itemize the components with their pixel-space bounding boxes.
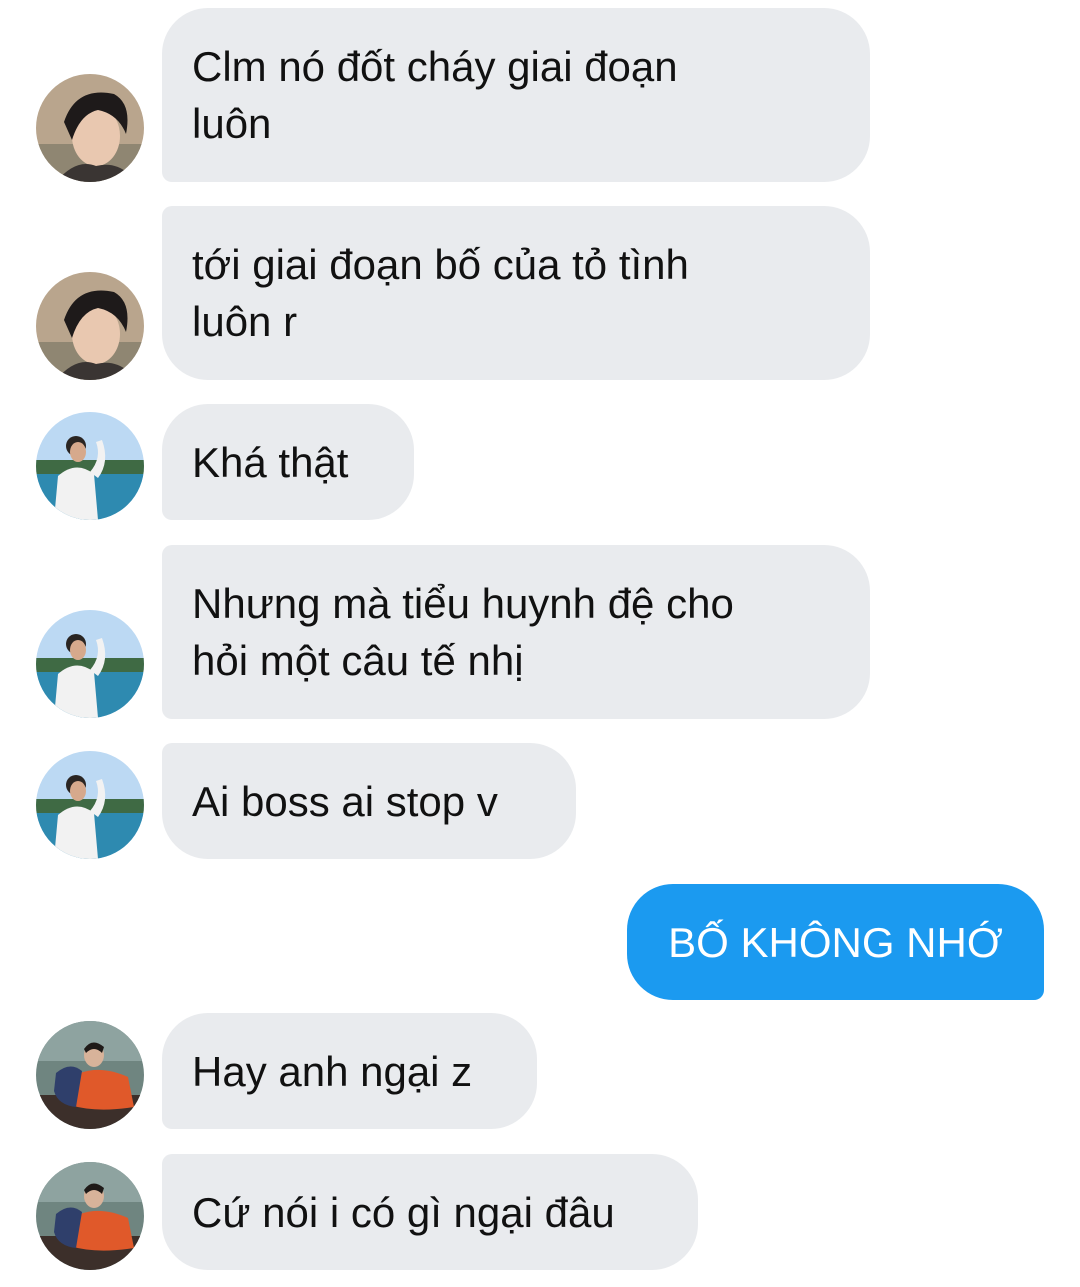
avatar[interactable] — [36, 412, 144, 520]
avatar[interactable] — [36, 74, 144, 182]
avatar-portrait-icon — [36, 272, 144, 380]
message-bubble[interactable]: Cứ nói i có gì ngại đâu — [162, 1154, 698, 1270]
avatar-orange-robe-icon — [36, 1162, 144, 1270]
message-bubble[interactable]: Hay anh ngại z — [162, 1013, 537, 1129]
avatar[interactable] — [36, 610, 144, 718]
message-bubble-outgoing[interactable]: BỐ KHÔNG NHỚ — [627, 884, 1044, 1000]
message-bubble[interactable]: tới giai đoạn bố của tỏ tình luôn r — [162, 206, 870, 380]
message-text: tới giai đoạn bố của tỏ tình luôn r — [192, 241, 689, 345]
message-text: BỐ KHÔNG NHỚ — [668, 918, 1003, 966]
message-text: Ai boss ai stop v — [192, 777, 498, 825]
message-bubble[interactable]: Nhưng mà tiểu huynh đệ cho hỏi một câu t… — [162, 545, 870, 719]
message-thread: Clm nó đốt cháy giai đoạn luôn tới giai … — [0, 0, 1080, 1287]
message-text: Khá thật — [192, 438, 349, 486]
avatar-portrait-icon — [36, 74, 144, 182]
avatar[interactable] — [36, 272, 144, 380]
message-text: Nhưng mà tiểu huynh đệ cho hỏi một câu t… — [192, 580, 734, 684]
avatar[interactable] — [36, 751, 144, 859]
message-bubble[interactable]: Khá thật — [162, 404, 414, 520]
avatar-seaside-icon — [36, 610, 144, 718]
message-text: Cứ nói i có gì ngại đâu — [192, 1188, 615, 1236]
message-text: Hay anh ngại z — [192, 1047, 473, 1095]
avatar-orange-robe-icon — [36, 1021, 144, 1129]
message-bubble[interactable]: Ai boss ai stop v — [162, 743, 576, 859]
avatar[interactable] — [36, 1021, 144, 1129]
avatar-seaside-icon — [36, 412, 144, 520]
avatar-seaside-icon — [36, 751, 144, 859]
avatar[interactable] — [36, 1162, 144, 1270]
message-text: Clm nó đốt cháy giai đoạn luôn — [192, 43, 678, 147]
message-bubble[interactable]: Clm nó đốt cháy giai đoạn luôn — [162, 8, 870, 182]
